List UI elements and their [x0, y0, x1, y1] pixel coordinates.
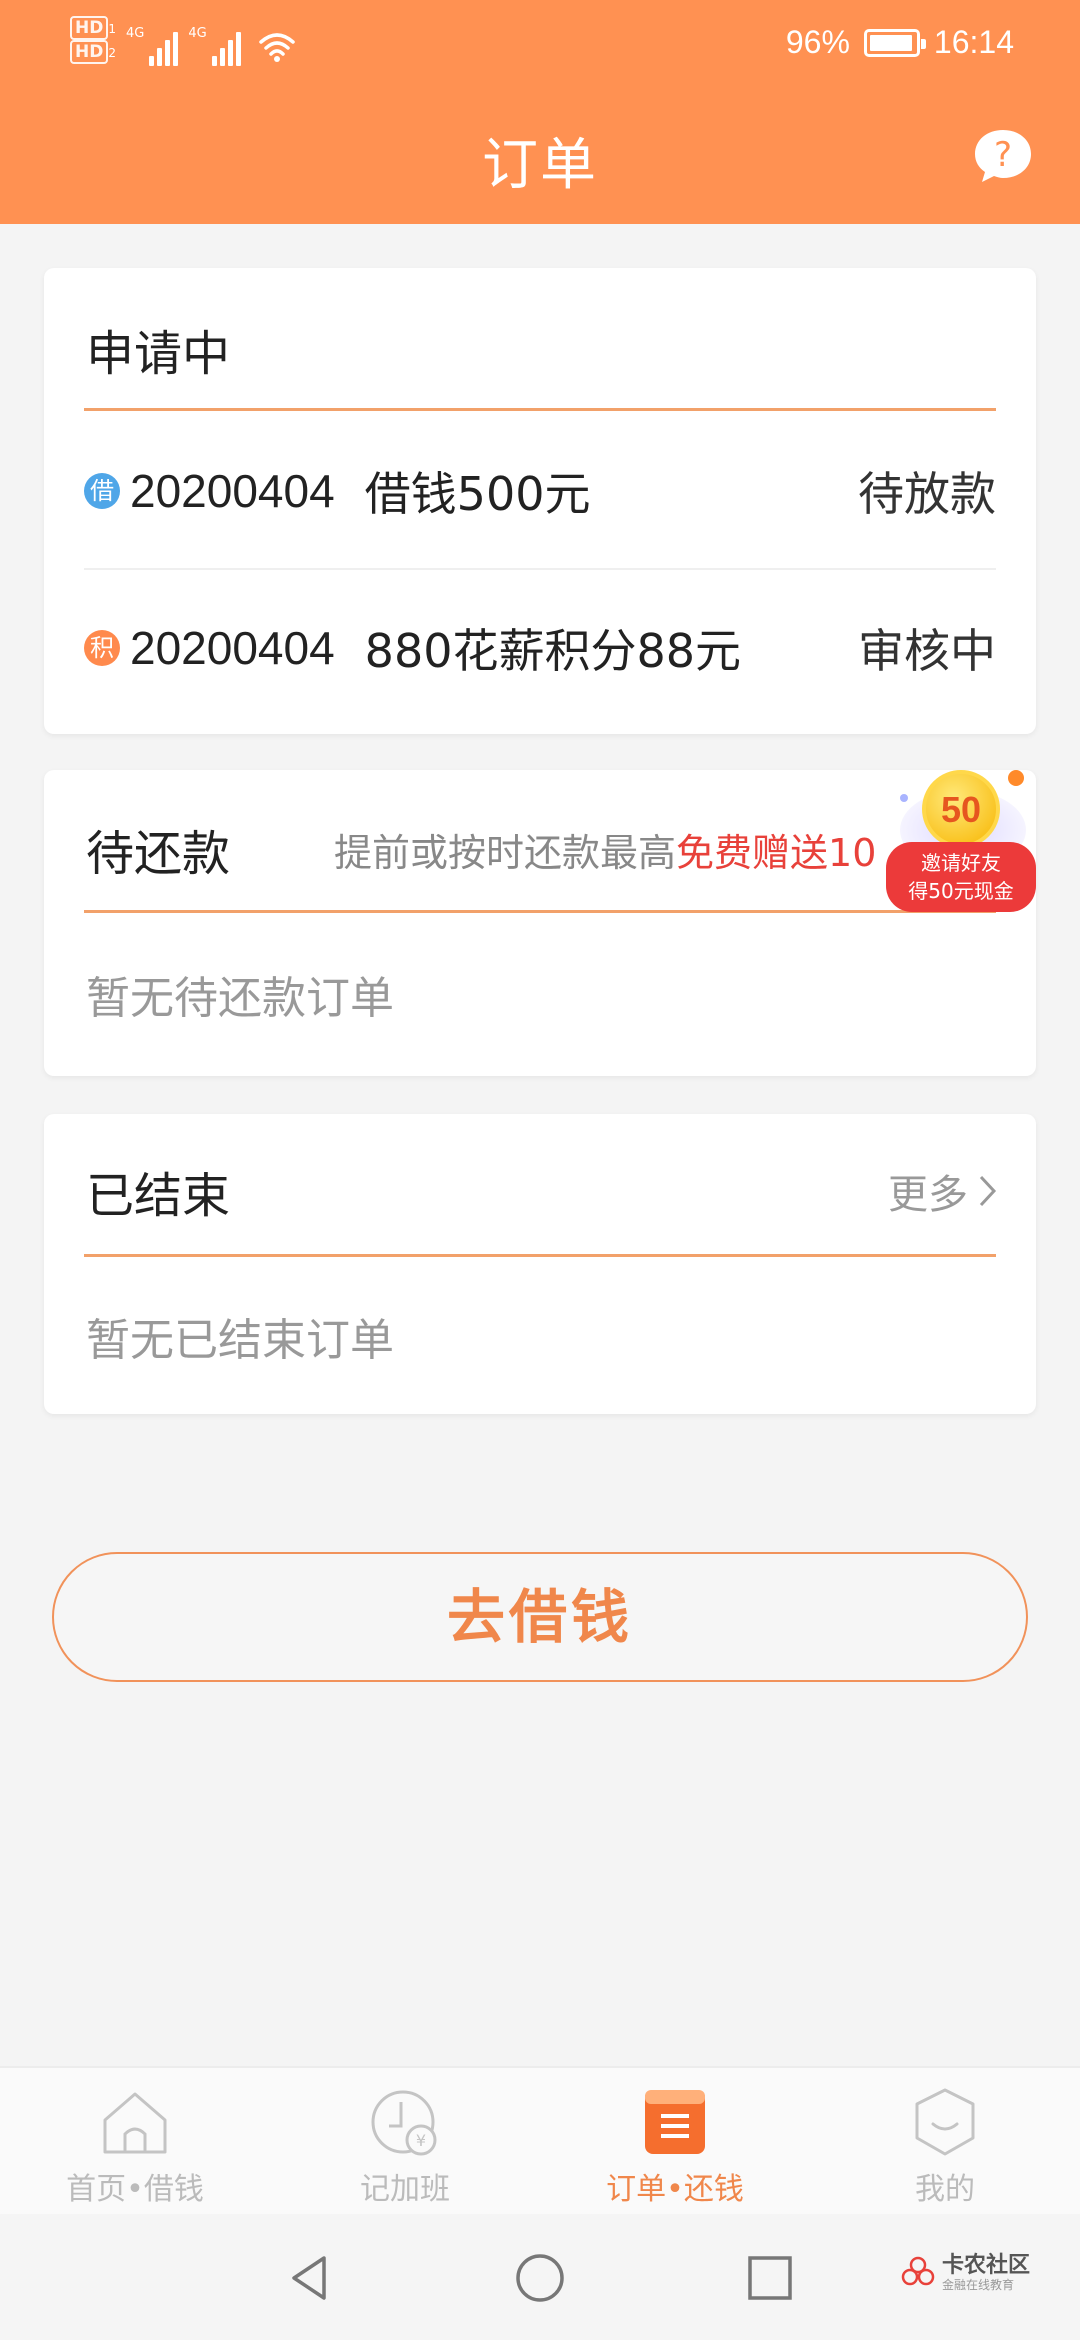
- invite-line1: 邀请好友: [921, 851, 1001, 875]
- hd2-badge: HD: [70, 40, 109, 64]
- repay-promo: 提前或按时还款最高免费赠送10: [334, 822, 934, 877]
- watermark-main: 卡农社区: [942, 2253, 1031, 2278]
- repay-divider: [84, 910, 996, 913]
- tab-home[interactable]: 首页•借钱: [0, 2068, 270, 2214]
- order-desc: 借钱500元: [364, 467, 591, 521]
- battery-fill: [869, 34, 913, 51]
- tab-overtime[interactable]: ¥ 记加班: [270, 2068, 540, 2214]
- promo-prefix: 提前或按时还款最高: [334, 831, 677, 875]
- recents-icon[interactable]: [742, 2250, 798, 2306]
- flower-logo-icon: [901, 2256, 935, 2286]
- tab-profile[interactable]: 我的: [810, 2068, 1080, 2214]
- svg-text:¥: ¥: [416, 2131, 426, 2150]
- spark-icon: [1008, 770, 1024, 786]
- invite-badge[interactable]: 50 邀请好友 得50元现金: [880, 762, 1040, 922]
- finished-empty: 暂无已结束订单: [86, 1315, 394, 1366]
- header: HD 1 HD 2 4G 4G 96% 16:14 订单 ?: [0, 0, 1080, 224]
- status-bar: HD 1 HD 2 4G 4G 96% 16:14: [0, 0, 1080, 90]
- finished-title: 已结束: [86, 1168, 231, 1224]
- order-row[interactable]: 积 20200404 880花薪积分88元 审核中: [84, 608, 996, 688]
- help-icon[interactable]: ?: [972, 128, 1034, 184]
- more-label: 更多: [888, 1172, 968, 1218]
- promo-highlight: 免费赠送10: [676, 831, 877, 875]
- svg-text:?: ?: [994, 135, 1012, 175]
- applying-title: 申请中: [86, 326, 231, 382]
- chevron-right-icon: [979, 1175, 997, 1207]
- spark-icon: [900, 794, 908, 802]
- applying-card: 申请中 借 20200404 借钱500元 待放款 积 20200404 880…: [44, 268, 1036, 734]
- watermark: 卡农社区 金融在线教育: [900, 2254, 1030, 2292]
- order-status: 待放款: [858, 467, 996, 521]
- finished-card: 已结束 更多 暂无已结束订单: [44, 1114, 1036, 1414]
- tab-label: 记加班: [360, 2172, 450, 2207]
- order-row[interactable]: 借 20200404 借钱500元 待放款: [84, 451, 996, 531]
- wifi-icon: [258, 33, 295, 62]
- signal-1-icon: 4G: [125, 26, 179, 66]
- watermark-sub: 金融在线教育: [942, 2278, 1015, 2292]
- borrow-button[interactable]: 去借钱: [52, 1552, 1028, 1682]
- order-list-icon: [645, 2090, 705, 2154]
- tab-orders[interactable]: 订单•还钱: [540, 2068, 810, 2214]
- applying-divider: [84, 408, 996, 411]
- net1-label: 4G: [125, 26, 145, 41]
- hd1-badge: HD: [70, 16, 109, 40]
- clock: 16:14: [933, 24, 1014, 60]
- hd1-sub: 1: [108, 22, 116, 36]
- battery-percent: 96%: [785, 24, 850, 60]
- repay-title: 待还款: [86, 826, 231, 882]
- loan-tag-icon: 借: [84, 473, 120, 509]
- row-divider: [84, 568, 996, 570]
- more-link[interactable]: 更多: [888, 1162, 998, 1220]
- system-nav-bar: 卡农社区 金融在线教育: [0, 2214, 1080, 2340]
- page-title: 订单: [482, 133, 598, 198]
- order-id: 20200404: [130, 622, 335, 674]
- order-status: 审核中: [858, 624, 996, 678]
- points-tag-icon: 积: [84, 630, 120, 666]
- clock-yen-icon: ¥: [371, 2090, 437, 2156]
- signal-2-icon: 4G: [188, 26, 241, 66]
- invite-line2: 得50元现金: [908, 879, 1014, 903]
- status-right: 96% 16:14: [786, 24, 1014, 61]
- tab-label: 我的: [915, 2172, 975, 2207]
- finished-divider: [84, 1254, 996, 1257]
- order-id: 20200404: [130, 465, 335, 517]
- home-icon: [103, 2092, 167, 2154]
- coin-icon: 50: [922, 770, 1000, 848]
- tab-label: 订单•还钱: [606, 2172, 744, 2207]
- smile-face-icon: [915, 2088, 975, 2156]
- hd-indicators: HD 1 HD 2: [70, 16, 116, 64]
- hd2-sub: 2: [108, 46, 116, 60]
- invite-pill: 邀请好友 得50元现金: [886, 842, 1036, 912]
- bottom-tab-bar: 首页•借钱 ¥ 记加班 订单•还钱 我的: [0, 2066, 1080, 2214]
- status-left: HD 1 HD 2 4G 4G: [70, 16, 297, 66]
- tab-label: 首页•借钱: [66, 2172, 204, 2207]
- net2-label: 4G: [188, 26, 207, 41]
- back-icon[interactable]: [282, 2250, 338, 2306]
- order-desc: 880花薪积分88元: [364, 624, 742, 678]
- repay-empty: 暂无待还款订单: [86, 973, 394, 1024]
- home-nav-icon[interactable]: [512, 2250, 568, 2306]
- battery-icon: [863, 28, 926, 57]
